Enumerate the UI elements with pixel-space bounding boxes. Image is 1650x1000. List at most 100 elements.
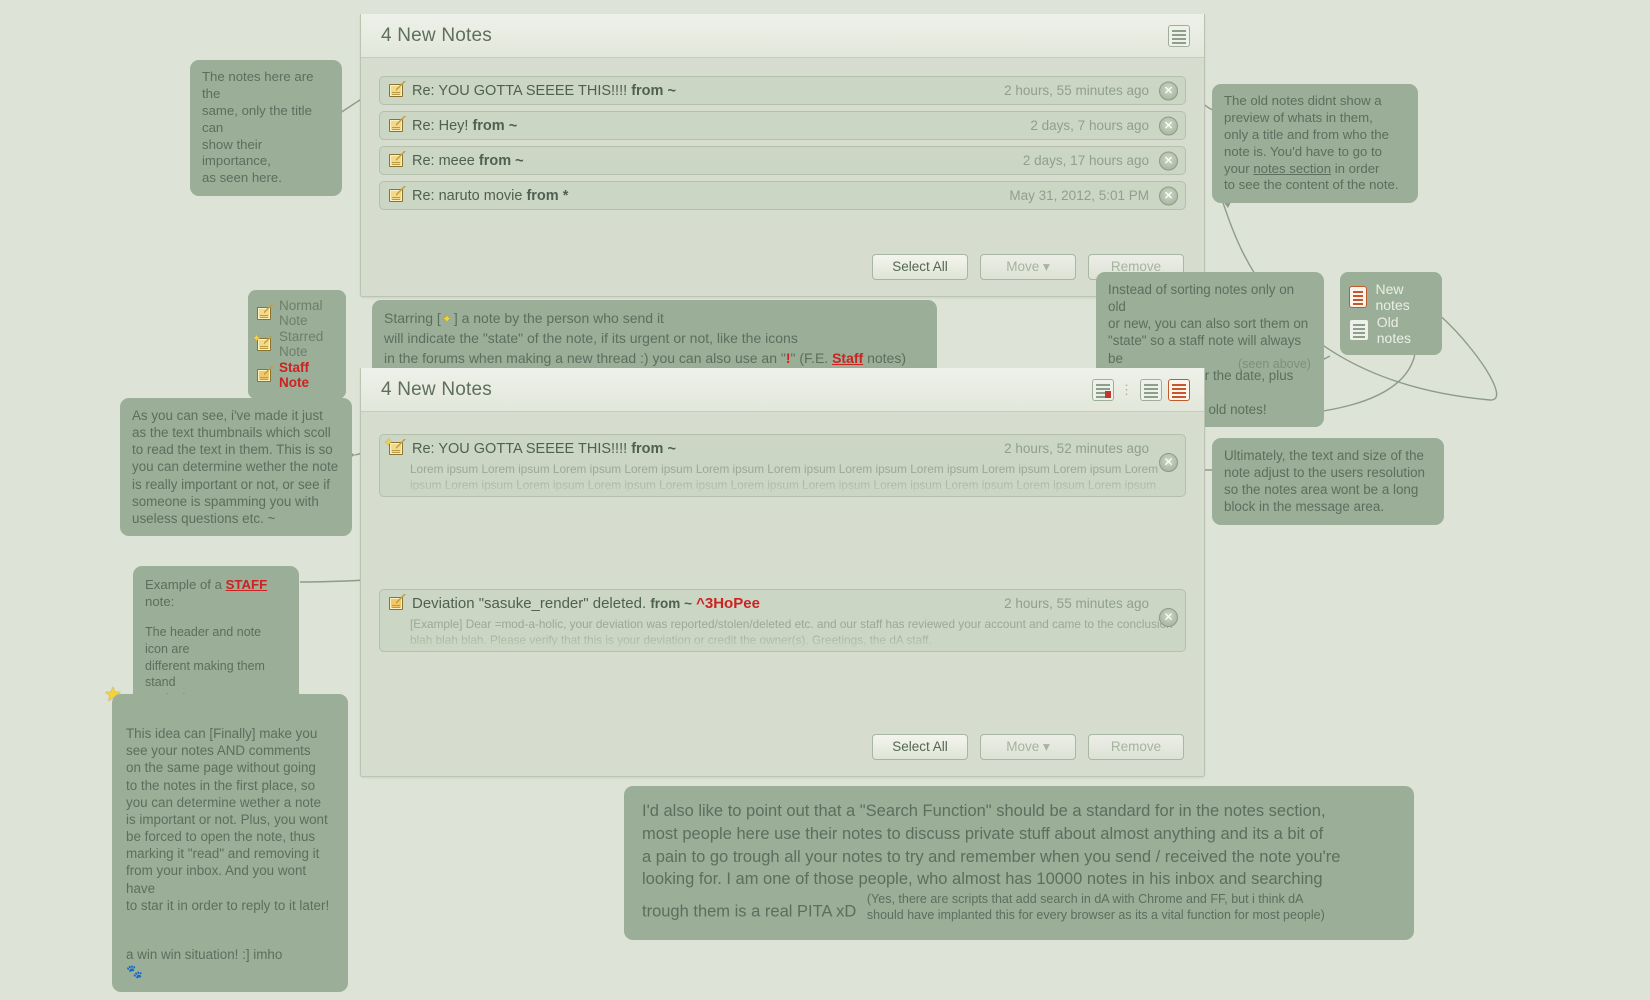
note-sender: from ~	[650, 596, 692, 611]
normal-note-icon	[256, 303, 274, 322]
legend-sort-modes: New notes Old notes	[1340, 272, 1442, 355]
close-icon[interactable]: ✕	[1159, 453, 1178, 472]
page-title: 4 New Notes	[381, 24, 492, 46]
panel-new-notes-toolbar[interactable]	[1168, 24, 1190, 47]
old-notes-icon[interactable]	[1140, 378, 1162, 401]
panel-preview-notes-footer: Select All Move ▾ Remove	[361, 652, 1204, 776]
note-title: Deviation "sasuke_render" deleted. from …	[412, 595, 997, 612]
panel-new-notes-header: 4 New Notes	[361, 14, 1204, 58]
panel-preview-notes-header: 4 New Notes ⋮	[361, 368, 1204, 412]
staff-link[interactable]: STAFF	[226, 577, 268, 592]
starring-line3-b: " (F.E.	[790, 349, 833, 366]
table-row[interactable]: ✦ Re: YOU GOTTA SEEEE THIS!!!! from ~ 2 …	[379, 434, 1186, 497]
page-title: 4 New Notes	[381, 378, 492, 400]
note-subject: Re: Hey!	[412, 117, 469, 134]
callout-thumbnails: As you can see, i've made it just as the…	[120, 398, 352, 537]
note-title: Re: YOU GOTTA SEEEE THIS!!!! from ~	[412, 83, 997, 99]
callout-old-notes-b: your	[1224, 160, 1254, 176]
note-sender: from ~	[631, 440, 676, 457]
normal-note-icon	[388, 81, 406, 99]
note-timestamp: 2 hours, 52 minutes ago	[1004, 441, 1149, 456]
legend-item-normal: Normal Note	[256, 298, 336, 328]
note-subject: Re: YOU GOTTA SEEEE THIS!!!!	[412, 82, 628, 99]
callout-search-function: I'd also like to point out that a "Searc…	[624, 786, 1414, 940]
panel-new-notes-body: Re: YOU GOTTA SEEEE THIS!!!! from ~ 2 ho…	[361, 58, 1204, 210]
staff-example-a: Example of a	[145, 577, 226, 592]
callout-same-notes: The notes here are the same, only the ti…	[190, 60, 342, 197]
move-button[interactable]: Move ▾	[980, 734, 1076, 760]
notes-section-link[interactable]: notes section	[1253, 161, 1331, 176]
callout-old-notes-a: The old notes didnt show a preview of wh…	[1224, 93, 1389, 159]
new-notes-icon[interactable]	[1349, 286, 1368, 308]
sort-by-state-icon[interactable]	[1092, 378, 1114, 401]
table-row[interactable]: Re: meee from ~ 2 days, 17 hours ago ✕	[379, 146, 1186, 175]
remove-button[interactable]: Remove	[1088, 734, 1184, 760]
new-notes-icon[interactable]	[1168, 378, 1190, 401]
starring-line1-b: ] a note by the person who send it	[453, 310, 664, 326]
starring-line3-a: in the forums when making a new thread :…	[384, 349, 786, 366]
starring-line3-c: notes)	[863, 349, 906, 366]
toolbar-separator: ⋮	[1120, 381, 1134, 397]
note-timestamp: 2 hours, 55 minutes ago	[1004, 83, 1149, 98]
table-row[interactable]: Re: Hey! from ~ 2 days, 7 hours ago ✕	[379, 111, 1186, 140]
callout-finally-text: This idea can [Finally] make you see you…	[126, 726, 330, 913]
close-icon[interactable]: ✕	[1159, 608, 1178, 627]
table-row[interactable]: Re: YOU GOTTA SEEEE THIS!!!! from ~ 2 ho…	[379, 76, 1186, 105]
panel-preview-notes-body: ✦ Re: YOU GOTTA SEEEE THIS!!!! from ~ 2 …	[361, 412, 1204, 652]
note-timestamp: 2 days, 17 hours ago	[1022, 153, 1149, 168]
normal-note-icon	[388, 116, 406, 134]
legend-note-types: Normal Note ✦ Starred Note Staff Note	[248, 290, 346, 399]
staff-note-icon	[256, 365, 274, 384]
note-sender: from *	[526, 187, 569, 204]
callout-finally: This idea can [Finally] make you see you…	[112, 694, 348, 993]
table-row[interactable]: Deviation "sasuke_render" deleted. from …	[379, 589, 1186, 652]
table-row[interactable]: Re: naruto movie from * May 31, 2012, 5:…	[379, 181, 1186, 210]
note-title: Re: Hey! from ~	[412, 118, 1023, 134]
select-all-button[interactable]: Select All	[872, 254, 968, 280]
close-icon[interactable]: ✕	[1159, 186, 1178, 205]
note-title: Re: YOU GOTTA SEEEE THIS!!!! from ~	[412, 441, 997, 457]
note-subject: Re: naruto movie	[412, 187, 523, 204]
starring-line1-a: Starring [	[384, 310, 441, 326]
panel-preview-notes-toolbar[interactable]: ⋮	[1092, 378, 1190, 401]
legend-label: Old notes	[1376, 314, 1412, 346]
note-sender: from ~	[478, 152, 524, 169]
callout-resolution: Ultimately, the text and size of the not…	[1212, 438, 1444, 525]
callout-old-notes: The old notes didnt show a preview of wh…	[1212, 84, 1418, 204]
starring-line2: will indicate the "state" of the note, i…	[384, 329, 798, 346]
seen-above-label: (seen above)	[1238, 357, 1311, 371]
panel-new-notes: 4 New Notes Re: YOU GOTTA SEEEE THIS!!!!…	[360, 14, 1205, 297]
close-icon[interactable]: ✕	[1159, 81, 1178, 100]
old-notes-icon[interactable]	[1349, 319, 1369, 341]
legend-item-starred: ✦ Starred Note	[252, 329, 336, 359]
legend-label: New notes	[1375, 281, 1410, 313]
paw-icon: 🐾	[126, 964, 143, 980]
select-all-button[interactable]: Select All	[872, 734, 968, 760]
close-icon[interactable]: ✕	[1159, 116, 1178, 135]
panel-new-notes-footer: Select All Move ▾ Remove	[361, 216, 1204, 296]
normal-note-icon	[388, 186, 406, 204]
normal-note-icon	[388, 151, 406, 169]
close-icon[interactable]: ✕	[1159, 151, 1178, 170]
note-timestamp: May 31, 2012, 5:01 PM	[1009, 188, 1149, 203]
legend-label: Normal Note	[279, 298, 323, 328]
note-sender-username[interactable]: ^3HoPee	[696, 595, 760, 612]
staff-link[interactable]: Staff	[832, 350, 863, 366]
legend-label: Starred Note	[279, 329, 324, 359]
list-sort-icon[interactable]	[1168, 24, 1190, 47]
note-sender: from ~	[631, 82, 676, 99]
note-title: Re: naruto movie from *	[412, 188, 1002, 204]
search-fine-text: (Yes, there are scripts that add search …	[866, 892, 1325, 923]
note-subject: Deviation "sasuke_render" deleted.	[412, 595, 647, 612]
starred-note-icon: ✦	[384, 436, 406, 457]
legend-item-staff: Staff Note	[256, 360, 336, 390]
legend-item-old-notes[interactable]: Old notes	[1349, 314, 1430, 346]
callout-win-win: a win win situation! :] imho	[126, 947, 283, 963]
move-button[interactable]: Move ▾	[980, 254, 1076, 280]
legend-label: Staff Note	[279, 360, 309, 390]
staff-note-icon	[388, 594, 406, 612]
legend-item-new-notes[interactable]: New notes	[1349, 281, 1430, 313]
note-subject: Re: meee	[412, 152, 475, 169]
panel-preview-notes: 4 New Notes ⋮ ✦ Re: YOU GOTTA SEEEE THIS…	[360, 368, 1205, 777]
callout-starring: Starring [✦] a note by the person who se…	[372, 300, 937, 378]
